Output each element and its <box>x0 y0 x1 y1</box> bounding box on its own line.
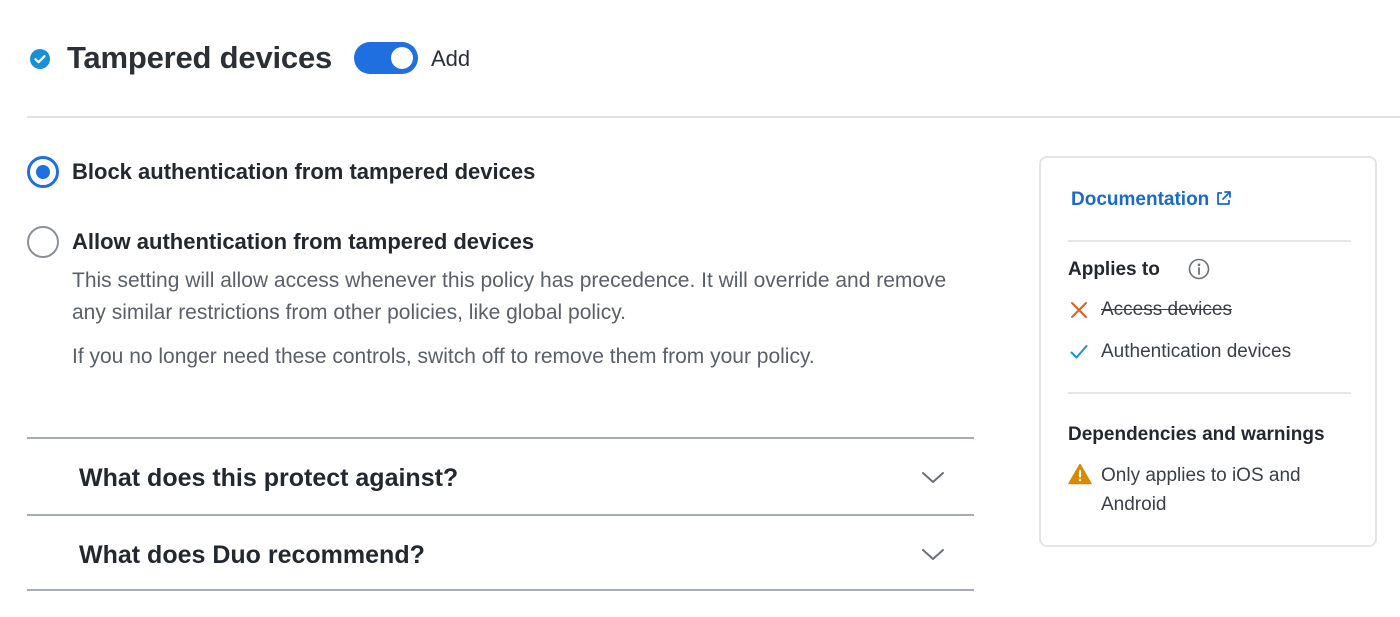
block-radio[interactable] <box>27 156 59 188</box>
page-title: Tampered devices <box>67 40 333 75</box>
x-icon <box>1071 302 1087 318</box>
allow-option-label[interactable]: Allow authentication from tampered devic… <box>72 228 534 256</box>
external-link-icon[interactable] <box>1215 190 1232 207</box>
chevron-down-icon[interactable] <box>920 544 946 564</box>
card-divider <box>1068 240 1351 242</box>
accordion-title[interactable]: What does Duo recommend? <box>79 540 425 570</box>
accordion-item-recommend[interactable]: What does Duo recommend? <box>27 514 974 591</box>
allow-description: This setting will allow access whenever … <box>72 269 947 324</box>
warning-icon <box>1068 463 1092 485</box>
faq-accordion: What does this protect against? What doe… <box>27 437 974 591</box>
warning-text: Only applies to iOS and Android <box>1101 465 1301 515</box>
option-allow[interactable]: Allow authentication from tampered devic… <box>27 226 987 376</box>
header-divider <box>27 116 1400 118</box>
chevron-down-icon[interactable] <box>920 467 946 487</box>
documentation-link[interactable]: Documentation <box>1071 188 1232 212</box>
allow-note: If you no longer need these controls, sw… <box>72 345 815 368</box>
info-card: Documentation Applies to Access devices … <box>1039 156 1377 547</box>
applies-to-heading: Applies to <box>1068 259 1160 280</box>
documentation-link-label[interactable]: Documentation <box>1071 189 1209 210</box>
accordion-title[interactable]: What does this protect against? <box>79 463 458 493</box>
accordion-item-protect[interactable]: What does this protect against? <box>27 437 974 514</box>
allow-radio[interactable] <box>27 226 59 258</box>
option-block[interactable]: Block authentication from tampered devic… <box>27 156 987 196</box>
check-circle-icon <box>30 49 50 69</box>
applies-item-label: Authentication devices <box>1101 341 1292 362</box>
toggle-label: Add <box>431 46 471 71</box>
applies-item-label: Access devices <box>1101 299 1232 320</box>
check-icon <box>1070 345 1088 359</box>
add-toggle[interactable] <box>354 42 418 74</box>
info-icon[interactable] <box>1188 258 1210 280</box>
toggle-knob <box>391 47 413 69</box>
dependencies-heading: Dependencies and warnings <box>1068 424 1325 445</box>
card-divider <box>1068 392 1351 394</box>
block-option-label[interactable]: Block authentication from tampered devic… <box>72 158 535 186</box>
policy-header: Tampered devices Add <box>0 0 1400 118</box>
